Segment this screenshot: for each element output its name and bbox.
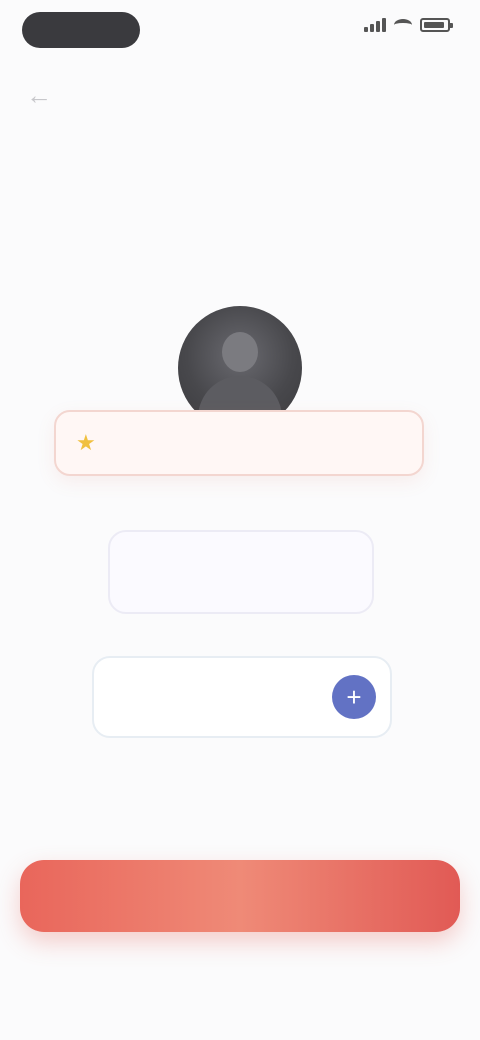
star-icon: ★ — [76, 430, 96, 455]
status-time-pill — [22, 12, 140, 48]
wifi-icon — [394, 19, 412, 31]
offer-card[interactable] — [108, 530, 374, 614]
primary-cta-button[interactable] — [20, 860, 460, 932]
status-icons — [364, 18, 453, 32]
quantity-stepper[interactable]: + — [92, 656, 392, 738]
battery-icon — [420, 18, 453, 32]
signal-icon — [364, 18, 386, 32]
hero-section — [40, 150, 440, 164]
winner-banner: ★ — [54, 410, 424, 476]
plus-icon: + — [346, 682, 362, 712]
back-arrow-icon[interactable]: ← — [26, 80, 52, 111]
avatar-head — [222, 332, 258, 372]
plus-button[interactable]: + — [332, 675, 376, 719]
